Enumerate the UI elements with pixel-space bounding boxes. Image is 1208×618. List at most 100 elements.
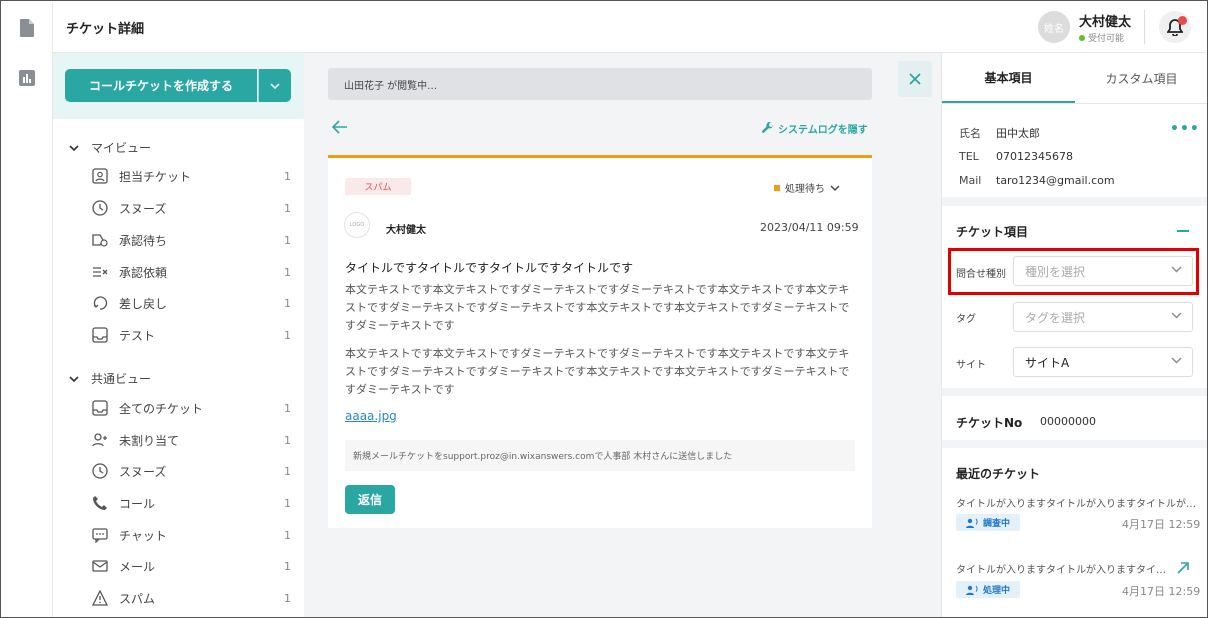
sidebar-item-label: コール — [119, 496, 156, 511]
sidebar-item-spam[interactable]: スパム 1 — [91, 588, 291, 608]
sidebar-item-approval-request[interactable]: 承認依頼 1 — [91, 262, 291, 282]
chevron-down-icon — [69, 375, 79, 382]
tab-custom[interactable]: カスタム項目 — [1075, 53, 1207, 103]
attachment-link[interactable]: aaaa.jpg — [345, 409, 397, 423]
status-square-icon — [774, 184, 780, 191]
contact-name-row: 氏名 田中太郎 — [959, 125, 1040, 141]
sidebar-item-count: 1 — [284, 528, 291, 542]
phone-icon — [91, 494, 109, 512]
status-dropdown[interactable]: 処理待ち — [774, 180, 840, 195]
highlight-box — [948, 248, 1199, 295]
assigned-ticket-icon — [91, 167, 109, 185]
viewing-indicator: 山田花子 が閲覧中… — [328, 68, 872, 100]
chevron-down-icon — [1171, 357, 1182, 364]
create-call-ticket-button[interactable]: コールチケットを作成する — [65, 69, 257, 102]
sidebar-item-unassigned[interactable]: 未割り当て 1 — [91, 430, 291, 450]
sidebar-item-count: 1 — [284, 591, 291, 605]
sidebar-item-chat[interactable]: チャット 1 — [91, 525, 291, 545]
user-name: 大村健太 — [1079, 15, 1132, 30]
page-title: チケット詳細 — [66, 22, 145, 37]
sidebar-item-label: 承認依頼 — [119, 265, 168, 280]
reply-button[interactable]: 返信 — [345, 485, 395, 514]
sidebar-item-assigned[interactable]: 担当チケット 1 — [91, 166, 291, 186]
document-icon[interactable] — [19, 19, 35, 41]
sidebar-item-label: 全てのチケット — [119, 401, 204, 416]
contact-mail: taro1234@gmail.com — [996, 174, 1115, 187]
avatar[interactable]: 姓名 — [1038, 11, 1070, 43]
recent-ticket-title[interactable]: タイトルが入りますタイトルが入りますタイトルが… — [956, 495, 1196, 510]
close-panel-button[interactable] — [898, 61, 932, 97]
sidebar-item-label: メール — [119, 559, 156, 574]
sidebar-item-label: チャット — [119, 528, 167, 543]
tag-label: タグ — [956, 314, 976, 325]
contact-name-label: 氏名 — [959, 127, 981, 140]
sidebar-item-count: 1 — [284, 169, 291, 183]
section-separator — [942, 388, 1207, 396]
myview-header[interactable]: マイビュー — [69, 139, 151, 156]
sidebar-item-label: 未割り当て — [119, 433, 180, 448]
recent-ticket-status: 調査中 — [956, 514, 1021, 531]
approval-request-icon — [91, 263, 109, 281]
tag-select[interactable]: タグを選択 — [1013, 302, 1193, 332]
user-wave-icon — [966, 585, 978, 595]
site-value: サイトA — [1025, 355, 1070, 370]
common-view-header[interactable]: 共通ビュー — [69, 370, 151, 387]
sidebar-item-approval-pending[interactable]: 承認待ち 1 — [91, 230, 291, 250]
open-external-button[interactable] — [1177, 559, 1189, 578]
contact-mail-label: Mail — [959, 174, 982, 187]
syslog-label: システムログを隠す — [778, 125, 868, 136]
chat-icon — [91, 526, 109, 544]
chevron-down-icon — [270, 82, 280, 89]
create-dropdown-button[interactable] — [258, 69, 291, 102]
user-status-label: 受付可能 — [1088, 34, 1125, 44]
mail-icon — [91, 557, 109, 575]
chart-icon[interactable] — [19, 70, 35, 90]
sidebar-item-all-tickets[interactable]: 全てのチケット 1 — [91, 398, 291, 418]
sidebar-item-label: スヌーズ — [119, 201, 167, 216]
ticket-no-label: チケットNo — [956, 416, 1023, 430]
sidebar-item-label: 差し戻し — [119, 296, 168, 311]
user-status[interactable]: 受付可能 — [1079, 31, 1124, 44]
sidebar-item-mail[interactable]: メール 1 — [91, 556, 291, 576]
sidebar-item-count: 1 — [284, 233, 291, 247]
message-body-paragraph: 本文テキストです本文テキストですダミーテキストですダミーテキストです本文テキスト… — [345, 283, 850, 332]
more-options-button[interactable]: ••• — [1170, 121, 1200, 137]
sidebar-item-label: 承認待ち — [119, 233, 168, 248]
wrench-icon — [761, 122, 773, 133]
sidebar-item-label: スヌーズ — [119, 464, 167, 479]
common-view-label: 共通ビュー — [91, 372, 152, 386]
chevron-down-icon — [69, 144, 79, 151]
sidebar-item-common-snooze[interactable]: スヌーズ 1 — [91, 461, 291, 481]
sidebar-item-count: 1 — [284, 201, 291, 215]
arrow-up-right-icon — [1177, 562, 1189, 574]
sidebar-item-label: 担当チケット — [119, 169, 192, 184]
system-log-line: 新規メールチケットをsupport.proz@in.wixanswers.com… — [345, 440, 855, 471]
sender-logo: LOGO — [344, 212, 370, 238]
status-label: 処理待ち — [785, 184, 825, 195]
recent-ticket-title[interactable]: タイトルが入りますタイトルが入りますタイ… — [956, 561, 1171, 576]
user-wave-icon — [966, 518, 978, 528]
add-user-icon — [91, 431, 109, 449]
sidebar-item-test[interactable]: テスト 1 — [91, 325, 291, 345]
myview-label: マイビュー — [91, 141, 152, 155]
back-button[interactable] — [331, 119, 348, 138]
sidebar-item-sendback[interactable]: 差し戻し 1 — [91, 293, 291, 313]
sidebar-item-count: 1 — [284, 559, 291, 573]
ticket-main: 山田花子 が閲覧中… システムログを隠す スパム 処理待ち LOGO 大村健太 … — [304, 53, 941, 617]
site-select[interactable]: サイトA — [1013, 347, 1193, 377]
contact-name: 田中太郎 — [996, 127, 1040, 140]
sidebar-item-snooze[interactable]: スヌーズ 1 — [91, 198, 291, 218]
site-label: サイト — [956, 360, 986, 371]
sidebar-item-count: 1 — [284, 464, 291, 478]
inbox-icon — [91, 399, 109, 417]
toggle-syslog-button[interactable]: システムログを隠す — [761, 121, 868, 136]
sidebar-item-call[interactable]: コール 1 — [91, 493, 291, 513]
tag-placeholder: タグを選択 — [1025, 310, 1086, 325]
clock-icon — [91, 199, 109, 217]
tab-basic[interactable]: 基本項目 — [942, 53, 1075, 103]
sidebar-item-count: 1 — [284, 433, 291, 447]
collapse-button[interactable] — [1177, 230, 1189, 232]
recent-ticket-date: 4月17日 12:59 — [1122, 518, 1201, 531]
notification-button[interactable] — [1159, 11, 1191, 43]
sendback-icon — [91, 294, 109, 312]
